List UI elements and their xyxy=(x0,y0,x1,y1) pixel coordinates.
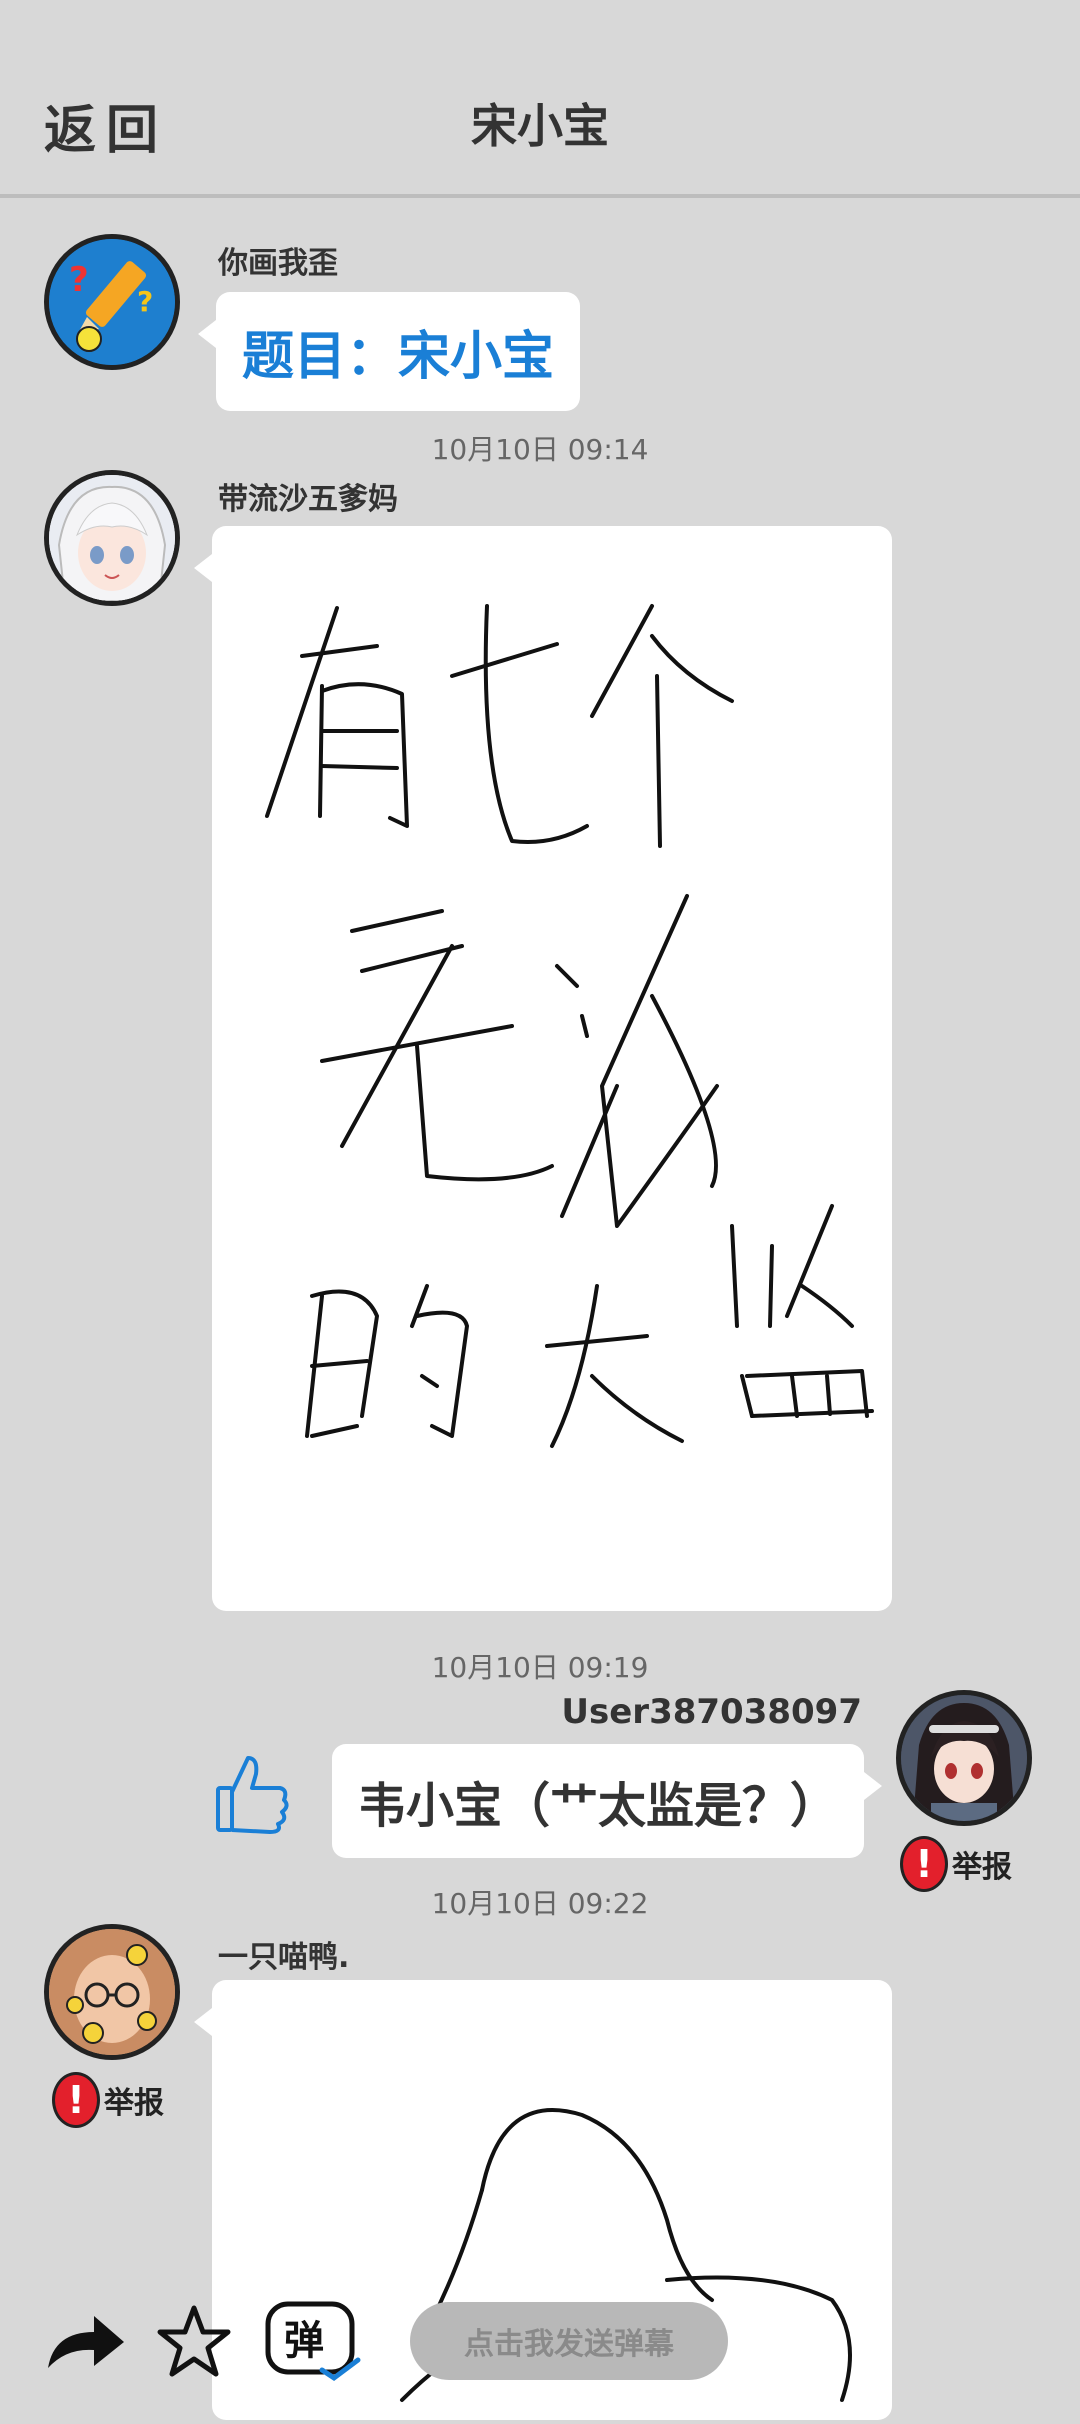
report-label: 举报 xyxy=(952,1850,1012,1885)
timestamp: 10月10日 09:22 xyxy=(431,1887,649,1920)
answer-bubble: 韦小宝（艹太监是？） xyxy=(331,1744,883,1858)
avatar-white-hair[interactable] xyxy=(44,470,180,606)
avatar-dark-hair[interactable] xyxy=(896,1690,1032,1826)
timestamp: 10月10日 09:14 xyxy=(431,433,649,466)
star-icon[interactable] xyxy=(156,2304,232,2382)
topic-bubble: 题目：宋小宝 xyxy=(197,292,581,411)
hand-drawing xyxy=(265,604,874,1448)
photo-avatar-image xyxy=(49,1929,175,2055)
sender-name: 一只喵鸭. xyxy=(218,1940,350,1975)
report-label: 举报 xyxy=(104,2086,164,2121)
danmu-toggle-icon[interactable]: 弹 xyxy=(262,2298,362,2388)
answer-text: 韦小宝（艹太监是？） xyxy=(357,1778,838,1834)
sender-name: User387038097 xyxy=(561,1692,862,1732)
anime-girl-avatar-image xyxy=(49,475,175,601)
avatar-game-bot[interactable]: ? ? xyxy=(44,234,180,370)
svg-text:?: ? xyxy=(69,260,89,300)
danmu-input[interactable]: 点击我发送弹幕 xyxy=(410,2302,728,2380)
alert-icon: ! xyxy=(52,2072,100,2128)
pencil-icon: ? ? xyxy=(49,239,175,365)
avatar-emoji-girl[interactable] xyxy=(44,1924,180,2060)
timestamp: 10月10日 09:19 xyxy=(431,1651,649,1684)
thumbs-up-icon[interactable] xyxy=(214,1752,290,1840)
top-bar: 返回 宋小宝 xyxy=(0,0,1080,198)
page-title: 宋小宝 xyxy=(471,99,609,153)
sender-name: 带流沙五爹妈 xyxy=(218,482,398,517)
danmu-icon-char: 弹 xyxy=(284,2318,324,2364)
sender-name: 你画我歪 xyxy=(218,246,338,281)
topic-text: 题目：宋小宝 xyxy=(242,327,555,387)
share-icon[interactable] xyxy=(44,2312,128,2376)
anime-girl-avatar-image xyxy=(901,1695,1027,1821)
svg-text:?: ? xyxy=(137,285,153,318)
drawing-bubble[interactable] xyxy=(194,526,892,1611)
report-button[interactable]: ! 举报 xyxy=(52,2072,164,2128)
